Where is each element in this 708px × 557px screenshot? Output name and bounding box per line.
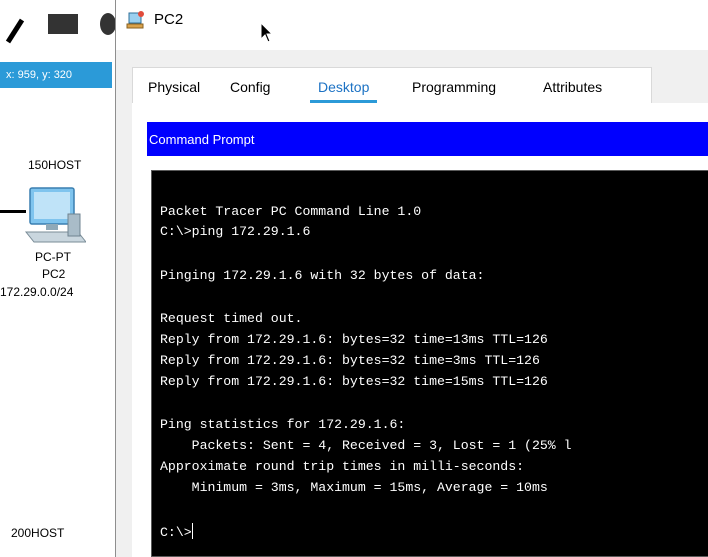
host-label-top: 150HOST bbox=[28, 158, 82, 172]
pc-title-icon bbox=[126, 11, 144, 29]
tab-config[interactable]: Config bbox=[230, 68, 270, 104]
mouse-pointer-icon bbox=[260, 22, 274, 43]
terminal-line: Reply from 172.29.1.6: bytes=32 time=15m… bbox=[160, 374, 548, 389]
network-label: 172.29.0.0/24 bbox=[0, 285, 74, 299]
rectangle-tool-icon[interactable] bbox=[48, 14, 78, 34]
pc-device-icon[interactable] bbox=[22, 186, 86, 248]
desktop-content: Command Prompt Packet Tracer PC Command … bbox=[132, 103, 708, 557]
tab-attributes[interactable]: Attributes bbox=[543, 68, 602, 104]
tab-programming[interactable]: Programming bbox=[412, 68, 496, 104]
line-tool-icon[interactable] bbox=[5, 18, 25, 44]
terminal-line: Reply from 172.29.1.6: bytes=32 time=13m… bbox=[160, 332, 548, 347]
tab-desktop-label: Desktop bbox=[318, 79, 370, 95]
terminal-prompt-line: C:\> bbox=[160, 523, 193, 542]
cursor-coordinates: x: 959, y: 320 bbox=[0, 62, 112, 88]
device-name-label: PC2 bbox=[42, 267, 66, 281]
terminal-prompt: C:\> bbox=[160, 525, 192, 540]
terminal-line: Request timed out. bbox=[160, 311, 303, 326]
terminal-line: Reply from 172.29.1.6: bytes=32 time=3ms… bbox=[160, 353, 540, 368]
tab-bar: Physical Config Desktop Programming Attr… bbox=[132, 67, 652, 104]
terminal-line: Packets: Sent = 4, Received = 3, Lost = … bbox=[160, 438, 572, 453]
terminal-line: Approximate round trip times in milli-se… bbox=[160, 459, 525, 474]
terminal-line: Pinging 172.29.1.6 with 32 bytes of data… bbox=[160, 268, 485, 283]
ellipse-tool-icon[interactable] bbox=[100, 13, 115, 35]
window-titlebar[interactable]: PC2 bbox=[116, 0, 708, 50]
tab-physical[interactable]: Physical bbox=[148, 68, 200, 104]
host-label-bottom: 200HOST bbox=[11, 526, 65, 540]
terminal-line: Minimum = 3ms, Maximum = 15ms, Average =… bbox=[160, 480, 548, 495]
terminal-line: C:\>ping 172.29.1.6 bbox=[160, 224, 311, 239]
text-cursor bbox=[191, 523, 193, 539]
terminal-line: Ping statistics for 172.29.1.6: bbox=[160, 417, 406, 432]
terminal-line: Packet Tracer PC Command Line 1.0 bbox=[160, 204, 422, 219]
command-prompt-terminal[interactable]: Packet Tracer PC Command Line 1.0 C:\>pi… bbox=[151, 170, 708, 557]
device-type-label: PC-PT bbox=[35, 250, 71, 264]
window-title: PC2 bbox=[154, 11, 184, 28]
pc2-window: PC2 Physical Config Desktop Programming … bbox=[115, 0, 708, 557]
command-prompt-titlebar: Command Prompt bbox=[147, 122, 708, 156]
workspace-toolbar bbox=[0, 0, 115, 50]
tab-desktop[interactable]: Desktop bbox=[310, 68, 378, 104]
workspace-panel: x: 959, y: 320 150HOST PC-PT PC2 172.29.… bbox=[0, 0, 115, 557]
